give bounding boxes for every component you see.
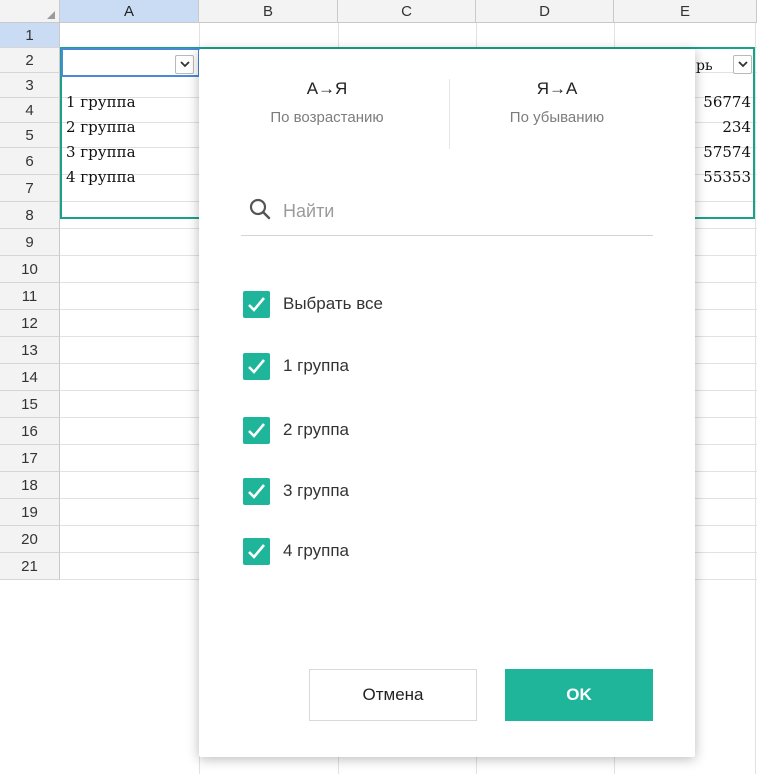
- row-header[interactable]: 3: [0, 73, 60, 98]
- chevron-down-icon: [738, 61, 748, 68]
- filter-option-checkbox[interactable]: [243, 477, 270, 505]
- column-header-d[interactable]: D: [476, 0, 614, 23]
- filter-option-row[interactable]: 3 группа: [243, 476, 349, 506]
- select-all-checkbox-row[interactable]: Выбрать все: [243, 289, 383, 319]
- row-header[interactable]: 9: [0, 229, 60, 256]
- row-header[interactable]: 13: [0, 337, 60, 364]
- sort-divider: [449, 79, 450, 149]
- filter-option-label: 4 группа: [283, 541, 350, 560]
- column-header-e[interactable]: E: [614, 0, 757, 23]
- filter-option-row[interactable]: 1 группа: [243, 351, 349, 381]
- chevron-down-icon: [180, 61, 190, 68]
- search-icon: [249, 198, 271, 220]
- row-header[interactable]: 2: [0, 48, 60, 73]
- sort-ascending-label: А→Я: [306, 79, 348, 98]
- ok-button[interactable]: OK: [505, 669, 653, 721]
- filter-option-checkbox[interactable]: [243, 537, 270, 565]
- search-field: [241, 189, 653, 236]
- row-header[interactable]: 11: [0, 283, 60, 310]
- row-header[interactable]: 6: [0, 148, 60, 175]
- row-header[interactable]: 10: [0, 256, 60, 283]
- row-header[interactable]: 21: [0, 553, 60, 580]
- row-header[interactable]: 19: [0, 499, 60, 526]
- column-header-a[interactable]: A: [60, 0, 199, 23]
- select-all-label: Выбрать все: [283, 294, 383, 313]
- row-header[interactable]: 17: [0, 445, 60, 472]
- column-header-c[interactable]: C: [338, 0, 476, 23]
- select-all-corner[interactable]: [0, 0, 60, 23]
- filter-dropdown-button-e[interactable]: [733, 55, 752, 74]
- sort-descending-sublabel: По убыванию: [509, 109, 605, 126]
- row-header[interactable]: 14: [0, 364, 60, 391]
- row-header[interactable]: 1: [0, 23, 60, 48]
- filter-option-checkbox[interactable]: [243, 352, 270, 380]
- column-header-b[interactable]: B: [199, 0, 338, 23]
- row-header[interactable]: 4: [0, 98, 60, 123]
- checkmark-icon: [248, 483, 265, 499]
- sort-descending-label: Я→А: [536, 79, 578, 98]
- row-header[interactable]: 20: [0, 526, 60, 553]
- filter-option-label: 3 группа: [283, 481, 350, 500]
- filter-option-row[interactable]: 2 группа: [243, 415, 349, 445]
- filter-option-label: 2 группа: [283, 420, 350, 439]
- checkmark-icon: [248, 543, 265, 559]
- row-header[interactable]: 12: [0, 310, 60, 337]
- cancel-button[interactable]: Отмена: [309, 669, 477, 721]
- checkmark-icon: [248, 358, 265, 374]
- sort-descending-button[interactable]: Я→А По убыванию: [457, 79, 657, 126]
- select-all-checkbox[interactable]: [243, 290, 270, 318]
- sort-ascending-button[interactable]: А→Я По возрастанию: [227, 79, 427, 126]
- filter-popup: А→Я По возрастанию Я→А По убыванию Выбра…: [199, 49, 695, 757]
- corner-triangle-icon: [47, 11, 55, 19]
- row-header[interactable]: 5: [0, 123, 60, 148]
- filter-dropdown-button-a[interactable]: [175, 55, 194, 74]
- row-header[interactable]: 7: [0, 175, 60, 202]
- filter-option-label: 1 группа: [283, 356, 350, 375]
- filter-option-row[interactable]: 4 группа: [243, 536, 349, 566]
- sort-ascending-sublabel: По возрастанию: [270, 109, 384, 126]
- grid-line: [755, 23, 756, 774]
- search-input[interactable]: [281, 195, 645, 227]
- checkmark-icon: [248, 422, 265, 438]
- filter-option-checkbox[interactable]: [243, 416, 270, 444]
- checkmark-icon: [248, 296, 265, 312]
- row-header[interactable]: 8: [0, 202, 60, 229]
- row-header[interactable]: 15: [0, 391, 60, 418]
- row-header[interactable]: 16: [0, 418, 60, 445]
- row-header[interactable]: 18: [0, 472, 60, 499]
